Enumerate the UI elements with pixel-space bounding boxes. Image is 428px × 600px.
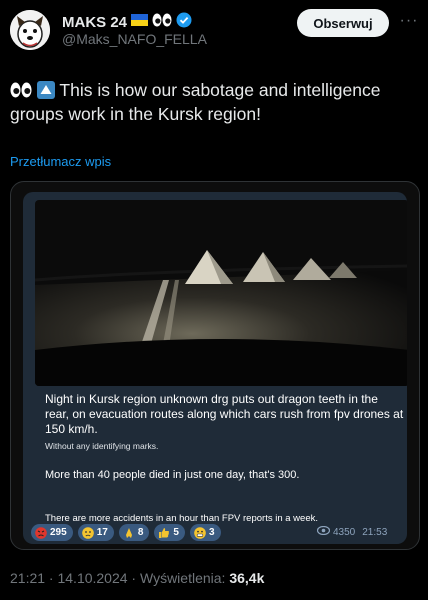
eyes-emoji-icon — [10, 80, 37, 100]
reaction-chip: 17 — [77, 524, 114, 541]
eye-icon — [316, 525, 331, 538]
message-line-1: Night in Kursk region unknown drg puts o… — [45, 392, 404, 436]
media-attachment[interactable]: Night in Kursk region unknown drg puts o… — [10, 181, 420, 550]
post-views: 36,4k — [229, 570, 265, 586]
reaction-count: 17 — [96, 527, 108, 538]
follow-button[interactable]: Obserwuj — [297, 9, 389, 37]
message-line-1b: Without any identifying marks. — [45, 441, 159, 451]
reactions-bar: 295 17 8 5 3 — [31, 524, 221, 541]
post-meta: 21:21 · 14.10.2024 · Wyświetlenia: 36,4k — [10, 570, 264, 586]
ukraine-flag-icon — [131, 13, 149, 31]
angry-face-icon — [35, 526, 47, 539]
reaction-count: 5 — [173, 527, 179, 538]
message-line-2: More than 40 people died in just one day… — [45, 469, 300, 481]
author-handle[interactable]: @Maks_NAFO_FELLA — [62, 31, 207, 47]
grimace-face-icon — [194, 526, 206, 539]
more-dots-icon[interactable]: ··· — [398, 10, 420, 32]
reaction-count: 3 — [208, 527, 215, 538]
thumbs-up-icon — [158, 527, 170, 539]
avatar[interactable] — [10, 10, 50, 50]
translate-link[interactable]: Przetłumacz wpis — [10, 154, 111, 169]
reaction-count: 8 — [137, 527, 144, 538]
up-button-icon — [36, 80, 60, 100]
views-count: 4350 — [333, 526, 356, 538]
post-body: This is how our sabotage and intelligenc… — [10, 80, 381, 124]
praying-hands-icon — [123, 527, 135, 539]
sad-face-icon — [81, 526, 94, 539]
message-time: 21:53 — [362, 526, 388, 538]
reaction-count: 295 — [50, 527, 67, 538]
telegram-message-card: Night in Kursk region unknown drg puts o… — [23, 192, 407, 544]
reaction-chip: 3 — [189, 524, 221, 541]
eyes-emoji-icon — [152, 13, 172, 32]
reaction-chip: 5 — [154, 524, 185, 541]
author-name[interactable]: MAKS 24 — [62, 14, 127, 31]
verified-badge-icon — [176, 12, 192, 33]
reaction-chip: 8 — [118, 524, 150, 541]
message-line-3: There are more accidents in an hour than… — [45, 513, 318, 524]
night-road-photo — [35, 200, 407, 386]
message-views: 4350 21:53 — [316, 525, 388, 538]
author-name-row[interactable]: MAKS 24 — [62, 12, 192, 32]
reaction-chip: 295 — [31, 524, 73, 541]
post-timestamp[interactable]: 21:21 · 14.10.2024 · Wyświetlenia: — [10, 570, 225, 586]
post-text: This is how our sabotage and intelligenc… — [10, 78, 410, 126]
